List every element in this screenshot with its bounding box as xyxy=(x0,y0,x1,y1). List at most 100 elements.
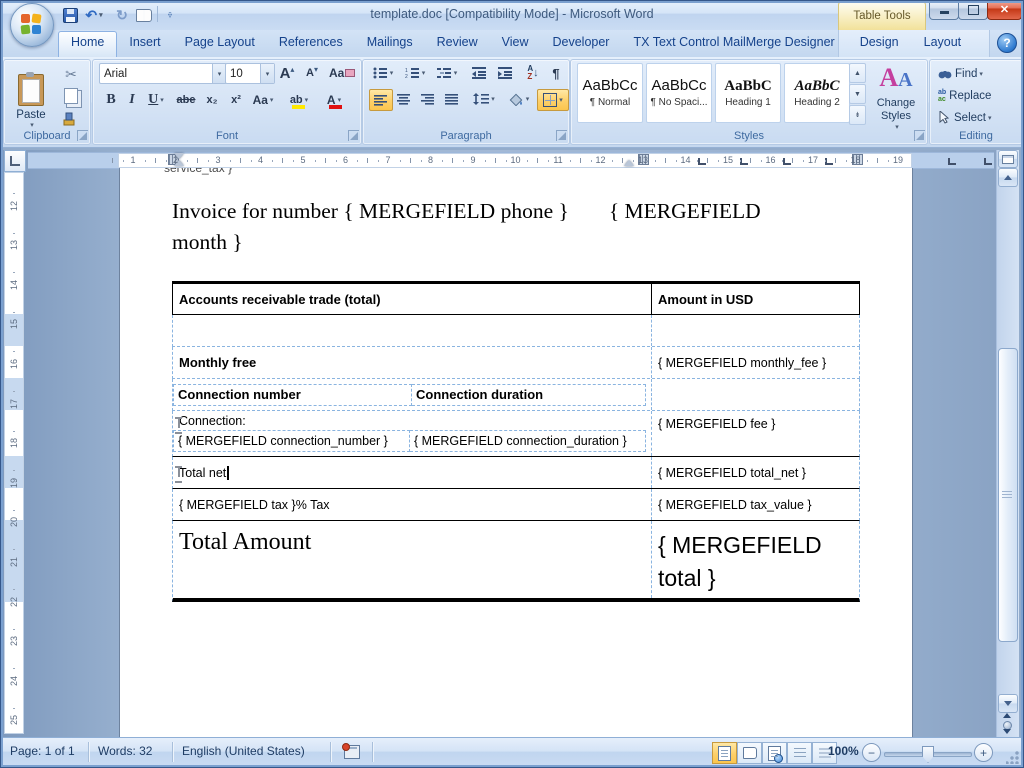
table-cell[interactable]: Connection: { MERGEFIELD connection_numb… xyxy=(173,411,651,456)
style-heading-2[interactable]: AaBbCHeading 2 xyxy=(784,63,850,123)
print-layout-view-button[interactable] xyxy=(712,742,737,764)
horizontal-ruler[interactable]: 12345678910111213141516171819 xyxy=(28,150,994,170)
format-painter-button[interactable] xyxy=(62,110,80,128)
show-hide-marks-button[interactable]: ¶ xyxy=(547,63,565,83)
superscript-button[interactable]: x² xyxy=(225,90,247,110)
table-cell[interactable]: { MERGEFIELD tax_value } xyxy=(651,489,859,520)
outline-view-button[interactable] xyxy=(787,742,812,764)
subscript-button[interactable]: x₂ xyxy=(201,90,223,110)
scroll-down-button[interactable] xyxy=(998,694,1018,713)
nested-cell[interactable]: { MERGEFIELD connection_number } xyxy=(173,430,410,452)
tab-page-layout[interactable]: Page Layout xyxy=(173,32,267,57)
tab-references[interactable]: References xyxy=(267,32,355,57)
word-count[interactable]: Words: 32 xyxy=(98,744,152,758)
table-cell[interactable]: { MERGEFIELD monthly_fee } xyxy=(651,347,859,378)
help-button[interactable]: ? xyxy=(997,33,1017,53)
vertical-ruler[interactable]: 11121314151617181920212223242526 xyxy=(4,172,24,734)
table-cell[interactable]: { MERGEFIELD tax }% Tax xyxy=(173,489,651,520)
copy-button[interactable] xyxy=(64,88,78,104)
clear-formatting-button[interactable]: Aa xyxy=(329,63,355,83)
table-cell[interactable] xyxy=(173,315,651,346)
change-case-button[interactable]: Aa▾ xyxy=(249,90,277,110)
table-cell[interactable]: Accounts receivable trade (total) xyxy=(173,284,651,314)
minimize-button[interactable] xyxy=(929,0,959,20)
maximize-button[interactable] xyxy=(958,0,988,20)
scroll-up-button[interactable] xyxy=(998,168,1018,187)
align-center-button[interactable] xyxy=(393,89,415,109)
cut-button[interactable]: ✂ xyxy=(60,64,82,84)
paste-button[interactable]: Paste ▾ xyxy=(8,62,54,136)
tab-stop-selector[interactable] xyxy=(4,150,26,172)
tab-stop-icon[interactable] xyxy=(948,158,956,165)
close-button[interactable]: ✕ xyxy=(987,0,1022,20)
tab-insert[interactable]: Insert xyxy=(117,32,172,57)
increase-indent-button[interactable] xyxy=(493,63,517,83)
grow-font-button[interactable]: A▴ xyxy=(275,63,299,83)
nested-cell[interactable]: Connection duration xyxy=(412,384,646,406)
page-indicator[interactable]: Page: 1 of 1 xyxy=(10,744,75,758)
style--no-spaci-[interactable]: AaBbCc¶ No Spaci... xyxy=(646,63,712,123)
numbering-button[interactable]: 12▾ xyxy=(401,63,429,83)
document-page[interactable]: service_tax } Invoice for number { MERGE… xyxy=(120,168,912,737)
table-cell[interactable] xyxy=(651,315,859,346)
tab-mailings[interactable]: Mailings xyxy=(355,32,425,57)
shading-button[interactable]: ▾ xyxy=(505,89,533,109)
office-button[interactable] xyxy=(10,3,54,47)
undo-button[interactable]: ↶▾ xyxy=(84,5,104,25)
shrink-font-button[interactable]: A▾ xyxy=(301,63,323,83)
redo-button[interactable]: ↻ xyxy=(112,5,132,25)
italic-button[interactable]: I xyxy=(123,90,141,110)
table-cell[interactable]: { MERGEFIELD fee } xyxy=(651,411,859,456)
tab-layout[interactable]: Layout xyxy=(912,32,974,57)
styles-more-button[interactable]: ⇟ xyxy=(849,105,866,125)
highlight-button[interactable]: ab ▾ xyxy=(283,90,315,110)
customize-qat-button[interactable]: ▿̄ xyxy=(160,5,180,25)
table-cell[interactable]: Total Amount xyxy=(173,521,651,598)
full-screen-reading-view-button[interactable] xyxy=(737,742,762,764)
table-cell[interactable]: Monthly free xyxy=(173,347,651,378)
underline-button[interactable]: U▾ xyxy=(143,90,169,110)
tab-stop-icon[interactable] xyxy=(783,158,791,165)
zoom-in-button[interactable]: + xyxy=(974,743,993,762)
ruler-toggle-button[interactable] xyxy=(998,150,1018,168)
tab-developer[interactable]: Developer xyxy=(540,32,621,57)
sort-button[interactable]: AZ↓ xyxy=(521,63,545,83)
styles-scroll-down-button[interactable]: ▼ xyxy=(849,84,866,104)
tab-tx-text-control-mailmerge-designer[interactable]: TX Text Control MailMerge Designer xyxy=(621,32,846,57)
styles-scroll-up-button[interactable]: ▲ xyxy=(849,63,866,83)
replace-button[interactable]: abac Replace xyxy=(938,86,991,105)
justify-button[interactable] xyxy=(441,89,463,109)
previous-page-button[interactable] xyxy=(998,713,1016,721)
dialog-launcher-icon[interactable] xyxy=(77,130,88,141)
align-left-button[interactable] xyxy=(369,89,393,111)
language-indicator[interactable]: English (United States) xyxy=(182,744,305,758)
dialog-launcher-icon[interactable] xyxy=(556,130,567,141)
table-cell[interactable] xyxy=(651,379,859,410)
change-styles-button[interactable]: AA Change Styles ▾ xyxy=(869,62,923,134)
nested-cell[interactable]: { MERGEFIELD connection_duration } xyxy=(410,430,646,452)
bullets-button[interactable]: ▾ xyxy=(369,63,397,83)
strikethrough-button[interactable]: abe xyxy=(173,90,199,110)
tab-stop-icon[interactable] xyxy=(825,158,833,165)
table-cell[interactable]: Connection number Connection duration xyxy=(173,379,651,410)
borders-button[interactable]: ▾ xyxy=(537,89,569,111)
tab-stop-icon[interactable] xyxy=(740,158,748,165)
nested-cell[interactable]: Connection number xyxy=(173,384,412,406)
tab-stop-icon[interactable] xyxy=(698,158,706,165)
tab-design[interactable]: Design xyxy=(848,32,911,57)
table-cell[interactable]: Amount in USD xyxy=(651,284,859,314)
table-cell[interactable]: { MERGEFIELDtotal } xyxy=(651,521,859,598)
zoom-level[interactable]: 100% xyxy=(828,744,859,758)
tab-view[interactable]: View xyxy=(490,32,541,57)
select-button[interactable]: Select▾ xyxy=(938,108,991,127)
dialog-launcher-icon[interactable] xyxy=(914,130,925,141)
line-spacing-button[interactable]: ▾ xyxy=(469,89,499,109)
find-button[interactable]: Find▾ xyxy=(938,64,983,83)
tab-stop-icon[interactable] xyxy=(984,158,992,165)
font-color-button[interactable]: A ▾ xyxy=(319,90,349,110)
next-page-button[interactable] xyxy=(998,729,1016,737)
style--normal[interactable]: AaBbCc¶ Normal xyxy=(577,63,643,123)
table-cell[interactable]: { MERGEFIELD total_net } xyxy=(651,457,859,488)
decrease-indent-button[interactable] xyxy=(467,63,491,83)
web-layout-view-button[interactable] xyxy=(762,742,787,764)
